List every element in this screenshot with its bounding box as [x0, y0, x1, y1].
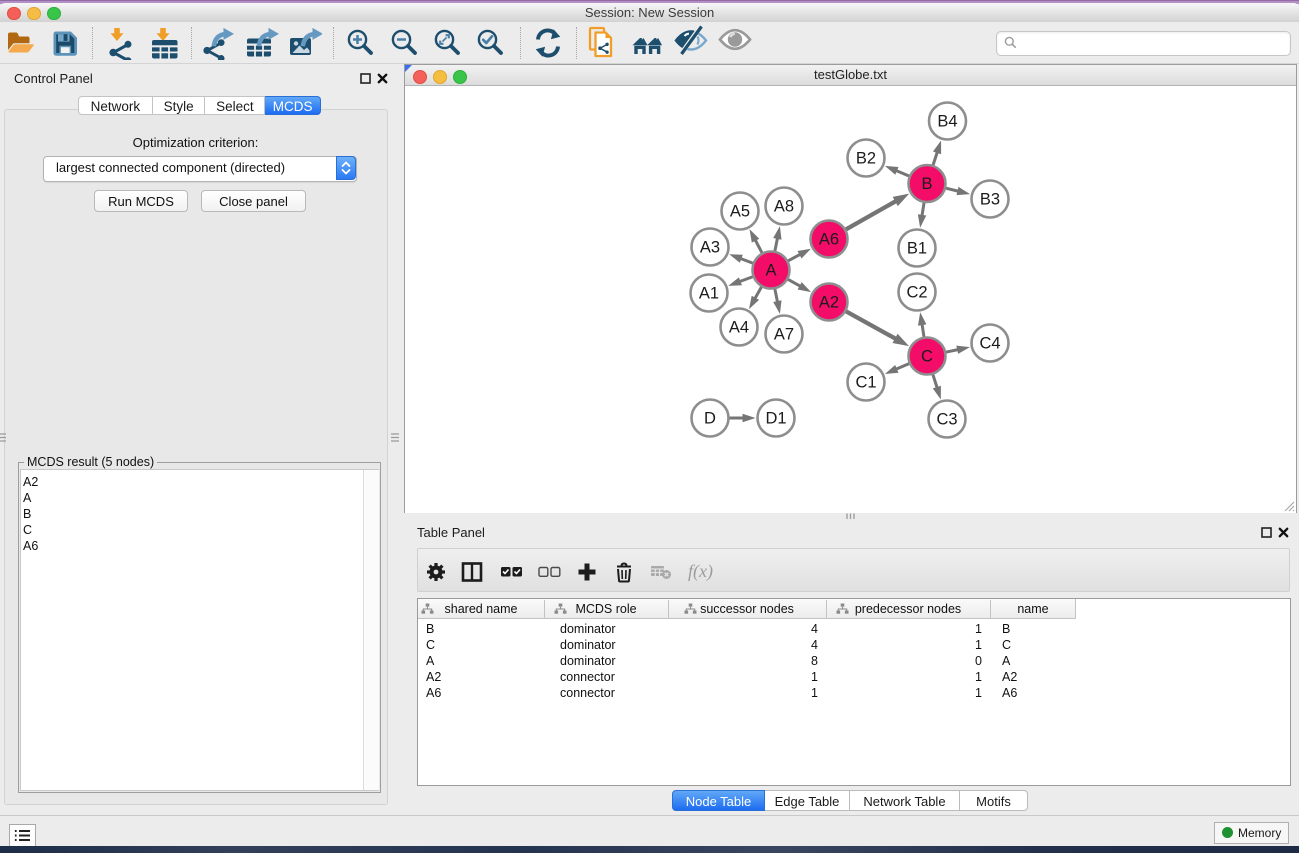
- svg-text:C1: C1: [855, 374, 876, 392]
- svg-text:C: C: [921, 348, 933, 366]
- svg-text:A2: A2: [819, 294, 839, 312]
- svg-text:C4: C4: [979, 335, 1000, 353]
- svg-text:A6: A6: [819, 231, 839, 249]
- svg-text:B2: B2: [856, 150, 876, 168]
- svg-text:A8: A8: [774, 198, 794, 216]
- svg-text:C2: C2: [906, 284, 927, 302]
- svg-text:D1: D1: [765, 410, 786, 428]
- svg-text:B4: B4: [937, 113, 957, 131]
- svg-text:B1: B1: [907, 240, 927, 258]
- svg-text:A3: A3: [700, 239, 720, 257]
- svg-text:C3: C3: [936, 411, 957, 429]
- svg-text:B: B: [921, 175, 932, 193]
- svg-text:A4: A4: [729, 319, 749, 337]
- svg-text:A5: A5: [730, 203, 750, 221]
- svg-text:D: D: [704, 410, 716, 428]
- svg-text:B3: B3: [980, 191, 1000, 209]
- svg-text:A1: A1: [699, 285, 719, 303]
- svg-text:A: A: [765, 262, 776, 280]
- svg-text:A7: A7: [774, 326, 794, 344]
